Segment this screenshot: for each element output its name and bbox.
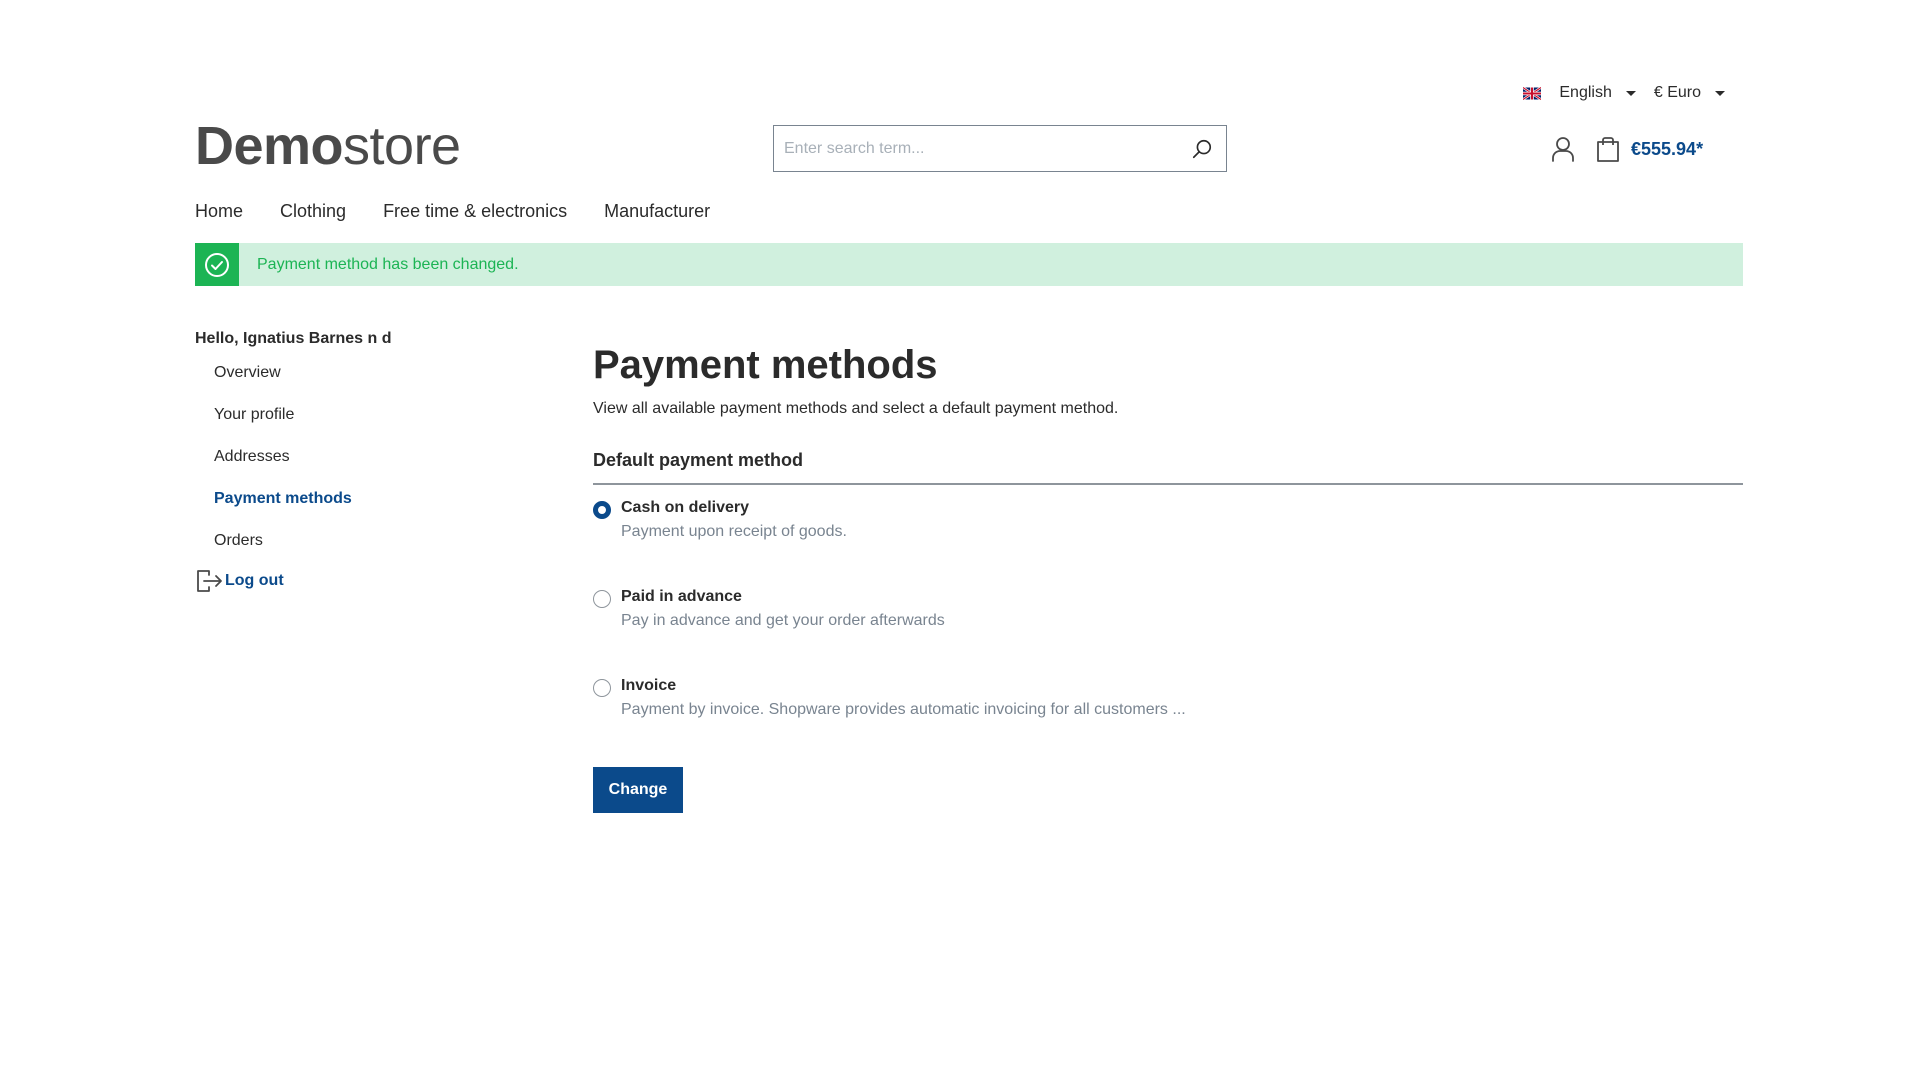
method-description: Payment upon receipt of goods.: [621, 523, 847, 540]
sidebar-item-payment-methods[interactable]: Payment methods: [195, 484, 535, 526]
method-label: Invoice: [621, 677, 677, 694]
logout-link[interactable]: Log out: [195, 568, 535, 594]
nav-item-clothing[interactable]: Clothing: [280, 201, 346, 222]
nav-item-home[interactable]: Home: [195, 201, 243, 222]
user-icon: [1552, 137, 1574, 162]
shopping-bag-icon: [1597, 137, 1619, 162]
search-icon: [1192, 139, 1212, 158]
search-form: [773, 125, 1227, 172]
sidebar-item-overview[interactable]: Overview: [195, 358, 535, 400]
language-dropdown[interactable]: English: [1523, 84, 1636, 102]
page-title: Payment methods: [593, 343, 938, 387]
search-button[interactable]: [1178, 126, 1226, 171]
logo-bold: Demo: [195, 116, 344, 176]
method-label: Paid in advance: [621, 588, 742, 605]
nav-item-manufacturer[interactable]: Manufacturer: [604, 201, 710, 222]
method-description: Pay in advance and get your order afterw…: [621, 612, 945, 629]
success-alert: Payment method has been changed.: [195, 243, 1743, 286]
top-bar: English € Euro: [1523, 84, 1725, 102]
alert-icon-box: [195, 243, 239, 286]
cart-button[interactable]: €555.94*: [1595, 135, 1703, 163]
header-actions: €555.94*: [1545, 132, 1703, 166]
sidebar-greeting: Hello, Ignatius Barnes n d: [195, 330, 392, 347]
account-button[interactable]: [1545, 132, 1581, 166]
uk-flag-icon: [1523, 86, 1542, 100]
language-label: English: [1559, 84, 1612, 101]
sidebar-item-your-profile[interactable]: Your profile: [195, 400, 535, 442]
change-button[interactable]: Change: [593, 767, 683, 813]
radio-cash-on-delivery[interactable]: [593, 501, 611, 519]
logout-icon: [197, 570, 222, 592]
nav-item-free-time-electronics[interactable]: Free time & electronics: [383, 201, 567, 222]
method-label: Cash on delivery: [621, 499, 750, 516]
search-input[interactable]: [774, 126, 1178, 171]
main-content: Payment methods View all available payme…: [593, 340, 1743, 813]
currency-label: € Euro: [1653, 84, 1701, 101]
radio-invoice[interactable]: [593, 679, 611, 697]
currency-dropdown[interactable]: € Euro: [1654, 84, 1725, 102]
sidebar-item-addresses[interactable]: Addresses: [195, 442, 535, 484]
method-description: Payment by invoice. Shopware provides au…: [621, 701, 1186, 718]
cart-total: €555.94*: [1631, 138, 1704, 159]
store-logo[interactable]: Demostore: [195, 116, 461, 176]
main-navigation: Home Clothing Free time & electronics Ma…: [195, 201, 710, 222]
account-sidebar: Hello, Ignatius Barnes n d Overview Your…: [195, 330, 535, 594]
sidebar-item-orders[interactable]: Orders: [195, 526, 535, 568]
chevron-down-icon: [1715, 90, 1725, 96]
page-description: View all available payment methods and s…: [593, 400, 1119, 417]
payment-method-invoice[interactable]: Invoice Payment by invoice. Shopware pro…: [593, 677, 1743, 753]
section-title: Default payment method: [593, 450, 1743, 485]
payment-method-paid-in-advance[interactable]: Paid in advance Pay in advance and get y…: [593, 588, 1743, 664]
logo-light: store: [343, 116, 461, 176]
chevron-down-icon: [1625, 90, 1636, 96]
payment-method-cash-on-delivery[interactable]: Cash on delivery Payment upon receipt of…: [593, 499, 1743, 575]
check-circle-icon: [205, 252, 229, 277]
logout-label: Log out: [225, 572, 284, 589]
radio-paid-in-advance[interactable]: [593, 590, 611, 608]
alert-message: Payment method has been changed.: [257, 255, 519, 273]
